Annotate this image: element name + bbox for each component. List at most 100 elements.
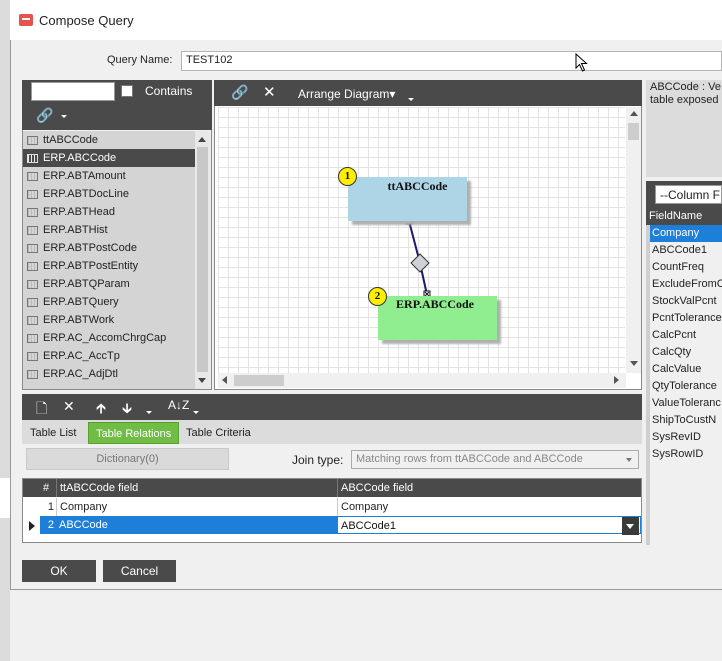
move-up-icon[interactable]: 🡱 [96, 398, 106, 422]
field-list-item[interactable]: StockValPcnt [646, 293, 722, 310]
field-list-scrollbar[interactable] [646, 225, 650, 545]
link-dropdown-caret-icon[interactable] [61, 115, 67, 118]
move-dropdown-caret-icon[interactable] [146, 411, 152, 414]
field-list-item[interactable]: ShipToCustN [646, 412, 722, 429]
column-filter-select[interactable]: --Column F [655, 185, 722, 204]
diagram-link-icon[interactable]: 🔗 [231, 84, 248, 101]
move-down-icon[interactable]: 🡳 [122, 398, 132, 422]
field-list-item[interactable]: CalcValue [646, 361, 722, 378]
table-list-item[interactable]: ERP.ABTHead [23, 203, 195, 221]
field-list-item[interactable]: QtyTolerance [646, 378, 722, 395]
table-icon [27, 172, 38, 181]
sort-icon[interactable]: A↓Z [168, 398, 189, 412]
scroll-down-arrow-icon[interactable] [198, 378, 206, 383]
table-list-item[interactable]: ERP.ABTQParam [23, 275, 195, 293]
dictionary-button[interactable]: Dictionary(0) [26, 448, 229, 470]
table-list-item[interactable]: ERP.ABTQuery [23, 293, 195, 311]
table-list-item-label: ttABCCode [43, 134, 99, 146]
field-list-item[interactable]: PcntTolerance [646, 310, 722, 327]
grid-cell-right-field-editor[interactable]: ABCCode1 [337, 516, 641, 534]
arrange-dropdown-caret-icon[interactable] [408, 98, 414, 101]
diagram-vertical-scrollbar[interactable] [626, 107, 641, 373]
field-list-item[interactable]: SysRowID [646, 446, 722, 463]
table-list-item[interactable]: ERP.ABTPostCode [23, 239, 195, 257]
scroll-right-arrow-icon[interactable] [614, 376, 619, 384]
field-name-header[interactable]: FieldName [646, 208, 722, 225]
field-list-item[interactable]: ValueToleranc [646, 395, 722, 412]
table-list-scroll-thumb[interactable] [197, 147, 208, 372]
table-list-item-label: ERP.ABTQuery [43, 296, 119, 308]
table-list-item[interactable]: ERP.ABTPostEntity [23, 257, 195, 275]
table-list-item-label: ERP.AC_AdjDtl [43, 368, 118, 380]
table-list-item[interactable]: ERP.ABTDocLine [23, 185, 195, 203]
table-icon [27, 244, 38, 253]
table-list-item[interactable]: ERP.ABTAmount [23, 167, 195, 185]
scroll-down-arrow-icon[interactable] [630, 361, 638, 366]
diagram-delete-icon[interactable]: ✕ [263, 83, 276, 101]
grid-cell-left-field[interactable]: Company [56, 498, 337, 516]
diagram-vertical-thumb[interactable] [628, 123, 639, 140]
table-list-item[interactable]: ttABCCode [23, 131, 195, 149]
arrange-diagram-label: Arrange Diagram [298, 87, 390, 101]
grid-row-selector-header [23, 479, 40, 497]
delete-icon[interactable]: ✕ [63, 398, 75, 415]
app-icon [19, 14, 33, 26]
table-list-item-label: ERP.ABTAmount [43, 170, 126, 182]
grid-header-right-field[interactable]: ABCCode field [337, 479, 641, 497]
grid-cell-right-field[interactable]: Company [337, 498, 641, 516]
table-icon [27, 352, 38, 361]
table-icon [27, 154, 38, 163]
table-search-input[interactable] [31, 82, 115, 101]
table-list-item[interactable]: ERP.ABTHist [23, 221, 195, 239]
table-icon [27, 370, 38, 379]
tab-table-criteria[interactable]: Table Criteria [179, 422, 258, 444]
tab-table-relations[interactable]: Table Relations [88, 422, 180, 444]
table-list-item-label: ERP.ABTPostEntity [43, 260, 139, 272]
field-list: Company ABCCode1 CountFreq ExcludeFromC Stoc… [646, 225, 722, 545]
field-list-item[interactable]: CalcQty [646, 344, 722, 361]
diagram-horizontal-thumb[interactable] [234, 375, 284, 386]
grid-cell-left-field[interactable]: ABCCode [56, 516, 337, 534]
field-list-item[interactable]: SysRevID [646, 429, 722, 446]
new-document-icon[interactable]: 🗋 [36, 398, 47, 422]
field-list-item[interactable]: ExcludeFromC [646, 276, 722, 293]
node-number-badge: 1 [338, 167, 357, 186]
table-list-item[interactable]: ERP.ABCCode [23, 149, 195, 167]
mouse-pointer-icon [575, 53, 588, 72]
query-name-label: Query Name: [107, 54, 173, 66]
table-icon [27, 334, 38, 343]
table-list-item-label: ERP.AC_AccomChrgCap [43, 332, 167, 344]
field-list-item[interactable]: Company [646, 225, 722, 242]
field-list-item[interactable]: CountFreq [646, 259, 722, 276]
field-list-item[interactable]: ABCCode1 [646, 242, 722, 259]
chevron-down-icon[interactable] [626, 458, 632, 462]
cell-dropdown-chevron-icon[interactable] [622, 517, 639, 535]
query-name-input[interactable]: TEST102 [181, 51, 722, 71]
contains-label: Contains [145, 84, 193, 98]
ok-button[interactable]: OK [22, 560, 96, 582]
table-list-item-label: ERP.ABTDocLine [43, 188, 130, 200]
table-list-item[interactable]: ERP.ABTWork [23, 311, 195, 329]
diagram-node-ttabccode[interactable]: ttABCCode [348, 177, 467, 221]
sort-dropdown-caret-icon[interactable] [193, 411, 199, 414]
table-list-item-label: ERP.ABTHead [43, 206, 115, 218]
arrange-diagram-button[interactable]: Arrange Diagram▾ [298, 87, 395, 101]
scroll-left-arrow-icon[interactable] [222, 376, 227, 384]
tab-table-list[interactable]: Table List [23, 422, 83, 444]
grid-header-number[interactable]: # [40, 479, 56, 497]
diagram-node-erp-abccode[interactable]: ERP.ABCCode [378, 296, 497, 340]
link-icon[interactable]: 🔗 [36, 107, 53, 124]
contains-checkbox[interactable] [121, 85, 133, 97]
table-list-item-label: ERP.AC_AccTp [43, 350, 120, 362]
grid-header-left-field[interactable]: ttABCCode field [56, 479, 337, 497]
relations-toolbar [22, 394, 642, 420]
table-list-item[interactable]: ERP.AC_AdjDtl [23, 365, 195, 383]
table-list-item[interactable]: ERP.AC_AccTp [23, 347, 195, 365]
field-list-item[interactable]: CalcPcnt [646, 327, 722, 344]
table-list-item[interactable]: ERP.AC_AccomChrgCap [23, 329, 195, 347]
join-type-select[interactable]: Matching rows from ttABCCode and ABCCode [351, 450, 639, 469]
scroll-up-arrow-icon[interactable] [198, 137, 206, 142]
cancel-button[interactable]: Cancel [103, 560, 176, 582]
background-window-edge-light [0, 478, 10, 518]
scroll-up-arrow-icon[interactable] [630, 111, 638, 116]
